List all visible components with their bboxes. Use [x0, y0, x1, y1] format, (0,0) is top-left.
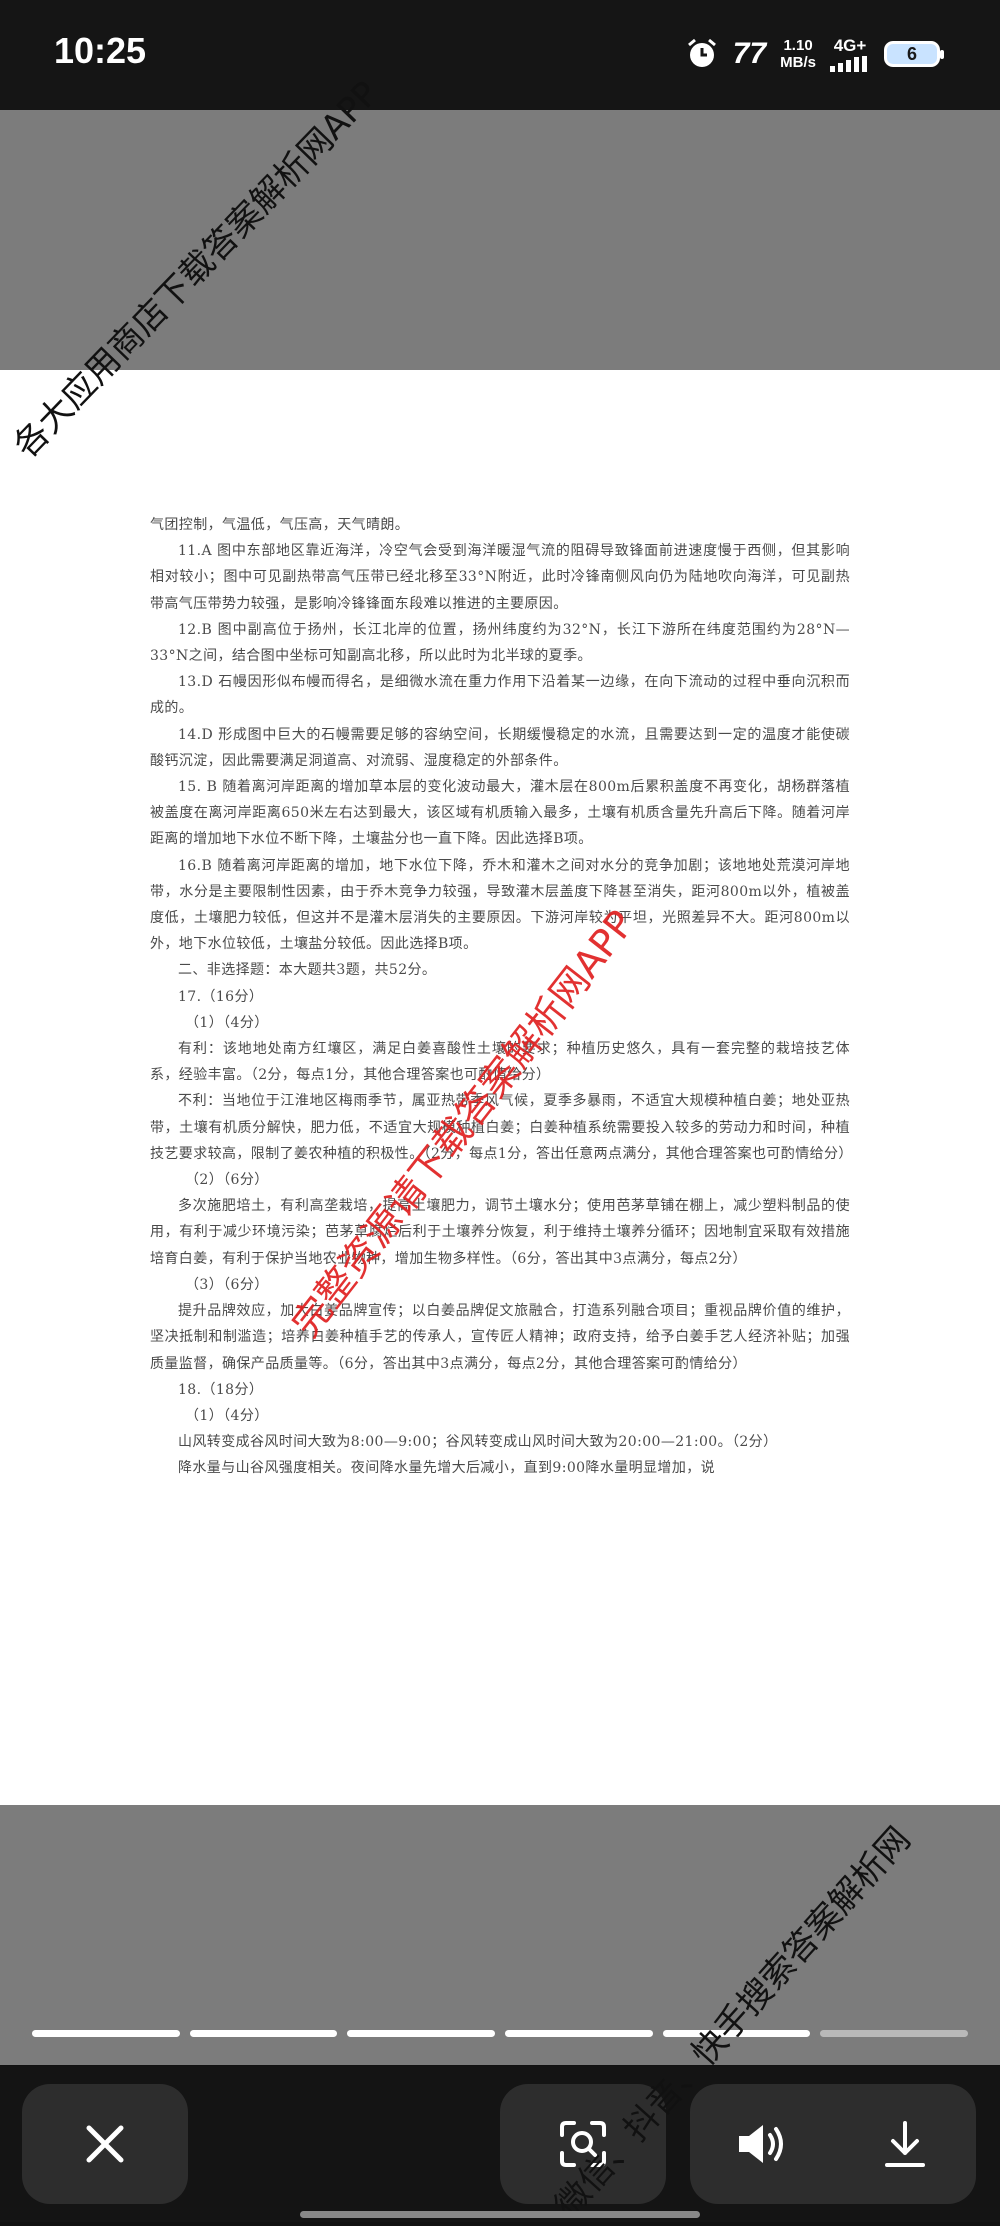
sub-question: （2）（6分）	[185, 1172, 269, 1189]
network-speed-unit: MB/s	[780, 54, 816, 71]
close-icon	[86, 2125, 124, 2163]
network-speed: 1.10 MB/s	[780, 37, 816, 71]
network-type: 4G+	[833, 36, 867, 55]
volume-icon	[738, 2125, 783, 2163]
text-line: 15. B 随着离河岸距离的增加草本层的变化波动最大，灌木层在800m后累积盖度…	[150, 779, 850, 848]
battery-level: 6	[906, 43, 917, 64]
page-progress	[32, 2030, 969, 2038]
progress-segment	[820, 2030, 969, 2037]
media-actions	[690, 2084, 976, 2204]
alarm-clock-icon	[685, 37, 719, 71]
sub-question: （1）（4分）	[185, 1407, 269, 1424]
progress-segment	[189, 2030, 338, 2037]
question-number: 18.（18分）	[178, 1381, 264, 1398]
download-icon	[884, 2121, 925, 2167]
text-line: 12.B 图中副高位于扬州，长江北岸的位置，扬州纬度约为32°N，长江下游所在纬…	[150, 621, 850, 665]
text-line: 11.A 图中东部地区靠近海洋，冷空气会受到海洋暖湿气流的阻碍导致锋面前进速度慢…	[150, 543, 850, 612]
sub-question: （3）（6分）	[185, 1276, 269, 1293]
progress-segment	[347, 2030, 496, 2037]
answer-text: 气团控制，气温低，气压高，天气晴朗。 11.A 图中东部地区靠近海洋，冷空气会受…	[150, 512, 852, 1482]
status-bar: 10:25 77 1.10 MB/s 4G+ 6	[0, 0, 1000, 110]
text-line: 16.B 随着离河岸距离的增加，地下水位下降，乔木和灌木之间对水分的竞争加剧；该…	[150, 857, 850, 953]
question-number: 17.（16分）	[178, 988, 264, 1005]
text-line: 14.D 形成图中巨大的石幔需要足够的容纳空间，长期缓慢稳定的水流，且需要达到一…	[150, 726, 850, 769]
bottom-toolbar	[0, 2066, 1000, 2222]
progress-segment	[32, 2030, 180, 2037]
text-line: 提升品牌效应，加大白姜品牌宣传；以白姜品牌促文旅融合，打造系列融合项目；重视品牌…	[150, 1303, 850, 1372]
carrier-logo: 77	[732, 37, 767, 70]
text-line: 多次施肥培土，有利高垄栽培，提高土壤肥力，调节土壤水分；使用芭茅草铺在棚上，减少…	[150, 1198, 850, 1267]
signal-strength-icon	[830, 56, 870, 72]
download-button[interactable]	[833, 2084, 976, 2204]
network-speed-value: 1.10	[783, 37, 813, 54]
status-icons: 77 1.10 MB/s 4G+ 6	[685, 30, 944, 78]
text-line: 气团控制，气温低，气压高，天气晴朗。	[150, 517, 410, 533]
text-line: 降水量与山谷风强度相关。夜间降水量先增大后减小，直到9:00降水量明显增加，说	[178, 1460, 716, 1477]
text-line: 13.D 石幔因形似布幔而得名，是细微水流在重力作用下沿着某一边缘，在向下流动的…	[150, 674, 850, 717]
home-indicator[interactable]	[300, 2211, 700, 2218]
text-line: 山风转变成谷风时间大致为8:00—9:00；谷风转变成山风时间大致为20:00—…	[178, 1434, 778, 1451]
volume-button[interactable]	[690, 2084, 833, 2204]
close-button[interactable]	[22, 2084, 188, 2204]
signal-group: 4G+	[830, 36, 870, 72]
section-heading: 二、非选择题：本大题共3题，共52分。	[178, 962, 437, 979]
progress-segment	[505, 2030, 653, 2037]
battery-icon: 6	[884, 41, 944, 67]
status-time: 10:25	[54, 30, 147, 71]
